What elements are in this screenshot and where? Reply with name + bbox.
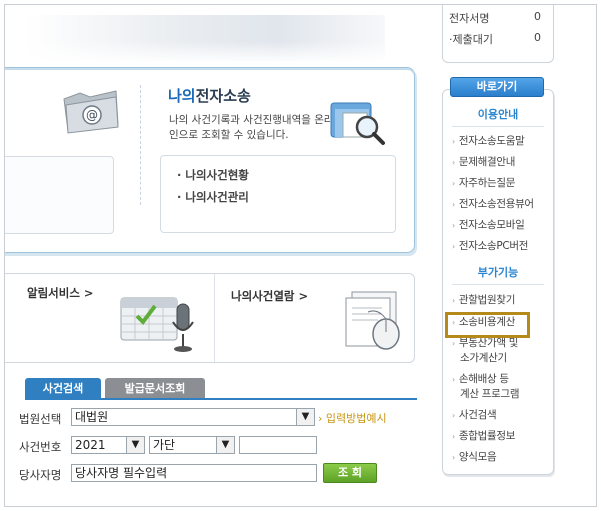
usage-guide-heading: 이용안내 [452,106,544,127]
chevron-right-icon: › [452,179,455,188]
sidebar-item-troubleshoot[interactable]: › 문제해결안내 [452,154,515,169]
chevron-right-icon: › [452,296,455,305]
sidebar-item-help[interactable]: › 전자소송도움말 [452,133,525,148]
tab-issued-doc-search[interactable]: 발급문서조회 [105,378,205,399]
sidebar-item-damages-calc-2[interactable]: 계산 프로그램 [460,386,520,401]
chevron-right-icon: › [452,375,455,384]
case-number-input[interactable] [239,436,317,454]
litigation-description: 나의 사건기록과 사건진행내역을 온라인으로 조회할 수 있습니다. [169,114,334,141]
litigation-title: 나의전자소송 [168,87,251,105]
svg-text:@: @ [86,108,98,122]
chevron-down-icon: ▼ [126,437,144,453]
alarm-service-link[interactable]: 알림서비스 > [27,285,94,301]
folder-search-icon [330,102,385,145]
party-name-label: 당사자명 [19,468,62,482]
sidebar-item-mobile[interactable]: › 전자소송모바일 [452,217,525,232]
chevron-right-icon: › [452,137,455,146]
case-view-link[interactable]: 나의사건열람 > [231,288,308,304]
court-select[interactable]: 대법원 ▼ [71,408,315,426]
email-folder-icon: @ [63,90,119,134]
sidebar-item-faq[interactable]: › 자주하는질문 [452,175,515,190]
input-example-link[interactable]: › 입력방법예시 [318,410,387,426]
chevron-right-icon: › [452,242,455,251]
chevron-right-icon: › [452,453,455,462]
case-type-select[interactable]: 가단 ▼ [149,436,235,454]
document-mouse-icon [345,291,400,350]
my-case-manage-link[interactable]: · 나의사건관리 [177,189,249,205]
extra-features-heading: 부가기능 [452,264,544,285]
chevron-down-icon: ▼ [296,409,314,425]
chevron-right-icon: › [452,432,455,441]
my-case-status-link[interactable]: · 나의사건현황 [177,167,249,183]
chevron-right-icon: › [452,158,455,167]
query-button[interactable]: 조 회 [323,463,377,483]
tab-case-search[interactable]: 사건검색 [25,378,101,399]
court-select-label: 법원선택 [19,412,62,426]
my-case-menu: · 나의사건현황 · 나의사건관리 [160,155,396,233]
sidebar-item-forms[interactable]: › 양식모음 [452,449,497,464]
party-name-input[interactable]: 당사자명 필수입력 [71,464,317,482]
status-summary-box: 전자서명 0 ·제출대기 0 [442,5,554,63]
shortcut-header-button[interactable]: 바로가기 [450,77,544,97]
stat-row-pending: ·제출대기 0 [449,31,541,46]
case-year-select[interactable]: 2021 ▼ [71,436,145,454]
sidebar-item-case-search[interactable]: › 사건검색 [452,407,497,422]
sidebar-item-viewer[interactable]: › 전자소송전용뷰어 [452,196,534,211]
chevron-right-icon: › [452,221,455,230]
chevron-right-icon: › [452,200,455,209]
left-sub-box [5,156,114,234]
calendar-microphone-icon [120,297,194,352]
sidebar-item-legal-info[interactable]: › 종합법률정보 [452,428,515,443]
highlight-box [445,312,530,338]
sidebar-item-pc[interactable]: › 전자소송PC버전 [452,238,528,253]
page-frame: @ 나의전자소송 나의 사건기록과 사건진행내역을 온라인으로 조회할 수 있습… [4,4,597,507]
sidebar-item-property-calc-2[interactable]: 소가계산기 [460,350,507,365]
chevron-down-icon: ▼ [216,437,234,453]
chevron-right-icon: › [452,411,455,420]
chevron-right-icon: › [452,339,455,348]
sidebar-item-court-finder[interactable]: › 관할법원찾기 [452,292,515,307]
stat-row-esign: 전자서명 0 [449,10,541,25]
case-number-label: 사건번호 [19,440,62,454]
sidebar-item-damages-calc[interactable]: › 손해배상 등 [452,371,509,386]
